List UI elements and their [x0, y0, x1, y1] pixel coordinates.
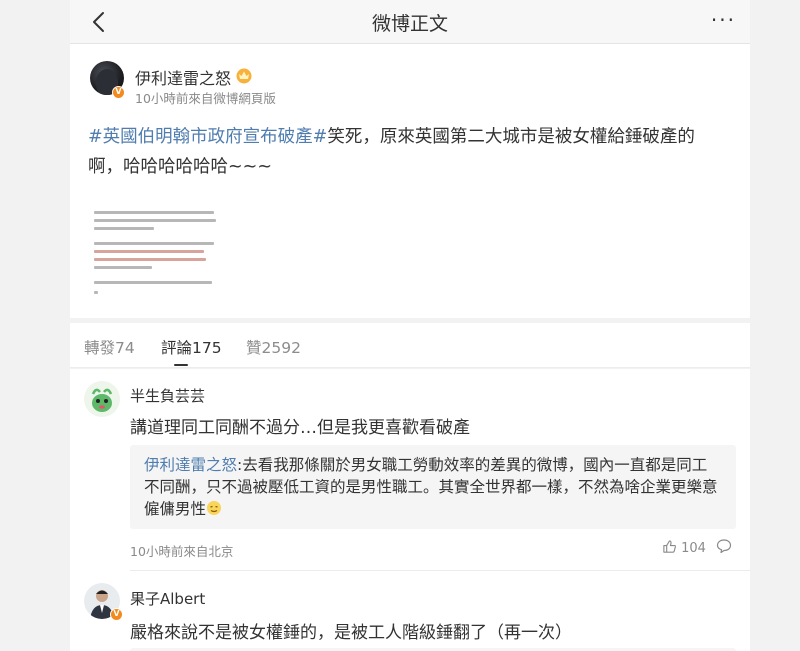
top-bar: 微博正文 ··· [70, 0, 750, 44]
hashtag-link[interactable]: #英國伯明翰市政府宣布破產# [88, 127, 327, 147]
more-options-button[interactable]: ··· [711, 8, 736, 32]
emoji-icon [206, 500, 222, 518]
post-card: V 伊利達雷之怒 10小時前來自微博網頁版 #英國伯明翰市政府宣布破產#笑死，原… [70, 44, 750, 318]
comment-text: 講道理同工同酬不過分…但是我更喜歡看破產 [130, 418, 470, 438]
vip-crown-icon [235, 66, 253, 84]
quoted-author-link[interactable]: 伊利達雷之怒 [144, 456, 237, 474]
comment-author-name[interactable]: 半生負芸芸 [130, 385, 205, 406]
tab-reposts[interactable]: 轉發74 [84, 336, 135, 358]
post-text: #英國伯明翰市政府宣布破產#笑死，原來英國第二大城市是被女權給錘破產的啊，哈哈哈… [88, 122, 728, 182]
post-author-name[interactable]: 伊利達雷之怒 [135, 65, 231, 89]
comment-bubble-icon [716, 539, 732, 558]
like-count: 104 [681, 541, 706, 556]
avatar[interactable] [84, 381, 120, 417]
page-title: 微博正文 [371, 13, 448, 35]
post-meta: 10小時前來自微博網頁版 [135, 91, 276, 106]
comment-text: 嚴格來說不是被女權錘的，是被工人階級錘翻了（再一次） [130, 623, 572, 643]
interaction-tabs: 轉發74 評論175 贊2592 [70, 323, 750, 368]
like-button[interactable]: 104 [662, 539, 706, 556]
quoted-reply[interactable]: 伊利達雷之怒:去看我那條關於男女職工勞動效率的差異的微博，國內一直都是同工不同酬… [130, 445, 736, 529]
tab-likes[interactable]: 贊2592 [246, 336, 301, 358]
verified-badge-icon: V [110, 608, 123, 621]
divider [130, 570, 750, 571]
reply-button[interactable] [716, 538, 732, 558]
thumbs-up-icon [662, 540, 677, 556]
tab-comments[interactable]: 評論175 [161, 336, 222, 358]
active-tab-indicator [174, 364, 188, 366]
comment-time: 10小時前來自北京 [130, 544, 234, 559]
comment-author-name[interactable]: 果子Albert [130, 588, 205, 609]
page: 微博正文 ··· V 伊利達雷之怒 10小時前來自微博網頁版 #英國伯明翰市政府… [0, 0, 800, 651]
verified-badge-icon: V [112, 86, 125, 99]
post-image-thumbnail[interactable] [88, 201, 220, 301]
content-column: 微博正文 ··· V 伊利達雷之怒 10小時前來自微博網頁版 #英國伯明翰市政府… [70, 0, 750, 651]
comment-list: 半生負芸芸 講道理同工同酬不過分…但是我更喜歡看破產 伊利達雷之怒:去看我那條關… [70, 369, 750, 651]
